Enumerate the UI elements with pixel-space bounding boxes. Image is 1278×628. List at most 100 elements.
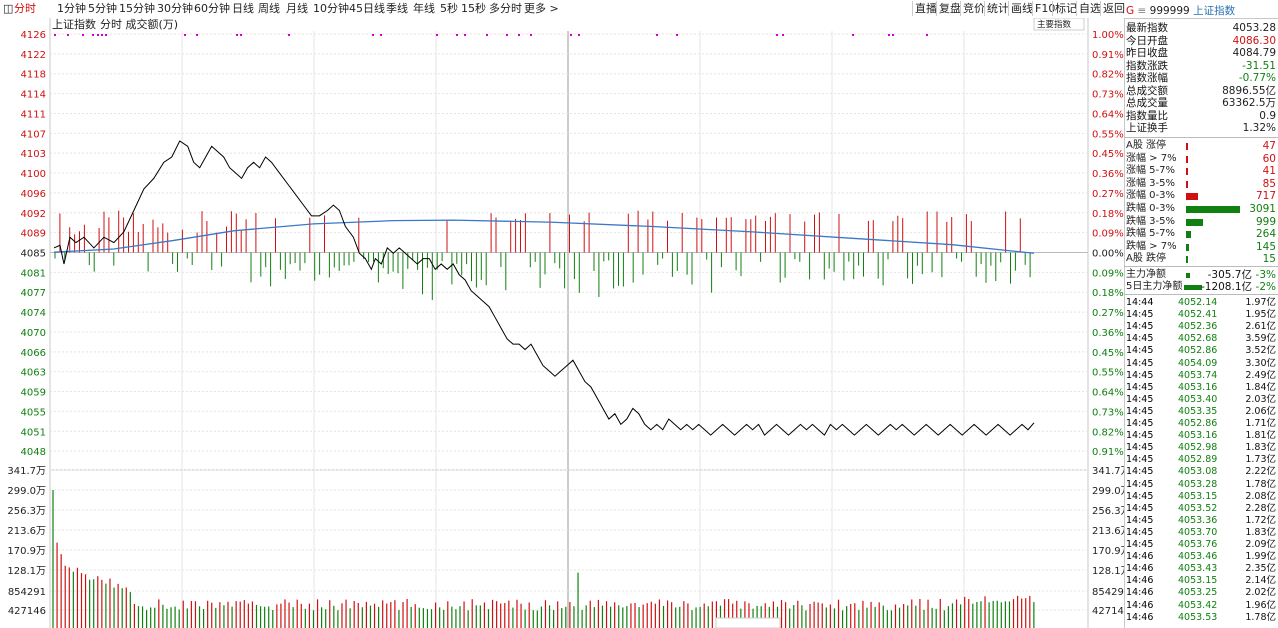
breadth-row: 涨幅 0-3% 717	[1126, 190, 1278, 202]
period-tab-12[interactable]: 年线	[413, 2, 435, 16]
pct-tick-label: 1.00%	[1092, 30, 1124, 41]
period-tab-13[interactable]: 5秒	[440, 2, 458, 16]
toolbar-button-7[interactable]: 自选	[1076, 1, 1103, 16]
breadth-row: 跌幅 3-5% 999	[1126, 216, 1278, 228]
pct-tick-label: 0.36%	[1092, 169, 1124, 180]
tick-time: 14:45	[1126, 321, 1154, 333]
breadth-value: 3091	[1249, 203, 1276, 215]
tick-time: 14:45	[1126, 369, 1154, 381]
tick-time: 14:45	[1126, 514, 1154, 526]
period-tab-2[interactable]: 5分钟	[88, 2, 117, 16]
tick-time: 14:46	[1126, 563, 1154, 575]
tick-volume: 2.03亿	[1245, 393, 1276, 405]
tick-volume: 1.84亿	[1245, 381, 1276, 393]
stat-row: 指数涨幅 -0.77%	[1126, 72, 1278, 84]
tick-volume: 1.72亿	[1245, 514, 1276, 526]
period-tab-6[interactable]: 日线	[232, 2, 254, 16]
breadth-bar	[1186, 168, 1188, 176]
stat-label: 指数量比	[1126, 109, 1168, 122]
tick-volume: 1.96亿	[1245, 599, 1276, 611]
tick-time: 14:46	[1126, 575, 1154, 587]
tick-row: 14:45 4052.86 1.71亿	[1126, 418, 1278, 430]
price-tick-label: 4074	[21, 308, 46, 319]
event-marker	[105, 34, 107, 36]
breadth-bar	[1186, 218, 1204, 226]
event-marker	[288, 34, 290, 36]
tick-price: 4053.16	[1178, 430, 1218, 442]
period-tab-16[interactable]: 更多 >	[524, 2, 559, 16]
separator	[1124, 266, 1278, 267]
tick-price: 4052.86	[1178, 345, 1218, 357]
volume-tick-left: 854291	[8, 587, 46, 598]
stat-label: 上证换手	[1126, 122, 1168, 134]
event-marker	[196, 34, 198, 36]
toolbar-button-2[interactable]: 竞价	[960, 1, 987, 16]
toolbar-button-8[interactable]: 返回	[1100, 1, 1127, 16]
breadth-value: 15	[1262, 253, 1276, 266]
breadth-label: 跌幅 > 7%	[1126, 240, 1177, 252]
chart-background	[0, 18, 1124, 628]
tick-volume: 1.81亿	[1245, 430, 1276, 442]
toolbar-button-4[interactable]: 画线	[1008, 1, 1035, 16]
period-tab-5[interactable]: 60分钟	[194, 2, 230, 16]
price-tick-label: 4066	[21, 348, 46, 359]
period-tab-15[interactable]: 多分时	[489, 2, 522, 16]
tick-price: 4053.52	[1178, 502, 1218, 514]
period-tab-0[interactable]: 分时	[14, 2, 36, 16]
event-marker	[782, 34, 784, 36]
period-tab-7[interactable]: 周线	[258, 2, 280, 16]
breadth-label: 跌幅 5-7%	[1126, 228, 1176, 240]
money-flow-row: 主力净额 -305.7亿 -3%	[1126, 269, 1278, 281]
period-tab-14[interactable]: 15秒	[461, 2, 486, 16]
period-tab-9[interactable]: 10分钟	[313, 2, 349, 16]
volume-tick-right: 170.9万	[1092, 546, 1124, 557]
tick-time: 14:45	[1126, 502, 1154, 514]
tick-volume: 3.59亿	[1245, 333, 1276, 345]
breadth-label: 跌幅 0-3%	[1126, 203, 1176, 214]
period-tab-11[interactable]: 季线	[386, 2, 408, 16]
period-tab-3[interactable]: 15分钟	[119, 2, 155, 16]
tick-row: 14:45 4053.36 1.72亿	[1126, 515, 1278, 527]
toolbar-button-0[interactable]: 直播	[912, 1, 939, 16]
toolbar-toggle-icon[interactable]: ◫	[3, 2, 13, 16]
volume-tick-left: 213.6万	[7, 526, 46, 537]
price-tick-label: 4070	[21, 328, 46, 339]
tick-time: 14:45	[1126, 430, 1154, 442]
tick-time: 14:44	[1126, 297, 1154, 308]
menu-icon[interactable]: ≡	[1137, 5, 1146, 17]
breadth-label: A股 跌停	[1126, 253, 1167, 265]
tick-time: 14:45	[1126, 442, 1154, 454]
stat-label: 指数涨跌	[1126, 59, 1168, 72]
toolbar-button-3[interactable]: 统计	[984, 1, 1011, 16]
toolbar-button-1[interactable]: 复盘	[936, 1, 963, 16]
tick-price: 4053.08	[1178, 466, 1218, 478]
tick-time: 14:45	[1126, 309, 1154, 321]
stat-value: 4053.28	[1232, 22, 1276, 34]
period-tab-1[interactable]: 1分钟	[57, 2, 86, 16]
tick-row: 14:45 4053.16 1.81亿	[1126, 430, 1278, 442]
volume-tick-left: 299.0万	[7, 486, 46, 497]
breadth-value: 85	[1262, 177, 1276, 190]
stat-value: 63362.5万	[1222, 97, 1276, 109]
tick-price: 4052.41	[1178, 309, 1218, 321]
breadth-bar	[1186, 206, 1240, 213]
toolbar-button-6[interactable]: 标记	[1052, 1, 1079, 16]
money-flow-bar	[1184, 285, 1202, 290]
breadth-value: 999	[1255, 215, 1276, 228]
intraday-chart: 4126 1.00% 4122 0.91% 4118 0.82% 4114 0.73% 4111…	[0, 18, 1124, 628]
period-tab-10[interactable]: 45日线	[349, 2, 385, 16]
tick-price: 4052.36	[1178, 321, 1218, 333]
event-marker	[240, 34, 242, 36]
tick-row: 14:46 4053.46 1.99亿	[1126, 551, 1278, 563]
tick-volume: 2.06亿	[1245, 405, 1276, 417]
price-tick-label: 4085	[21, 249, 46, 260]
separator	[1124, 294, 1278, 295]
index-code: 999999	[1149, 5, 1190, 17]
index-name: 上证指数	[1193, 5, 1236, 17]
tick-row: 14:45 4053.76 2.09亿	[1126, 539, 1278, 551]
period-tab-4[interactable]: 30分钟	[157, 2, 193, 16]
volume-tick-right: 213.6万	[1092, 526, 1124, 537]
period-tab-8[interactable]: 月线	[286, 2, 308, 16]
tick-time: 14:46	[1126, 599, 1154, 611]
breadth-value: 717	[1255, 190, 1276, 203]
